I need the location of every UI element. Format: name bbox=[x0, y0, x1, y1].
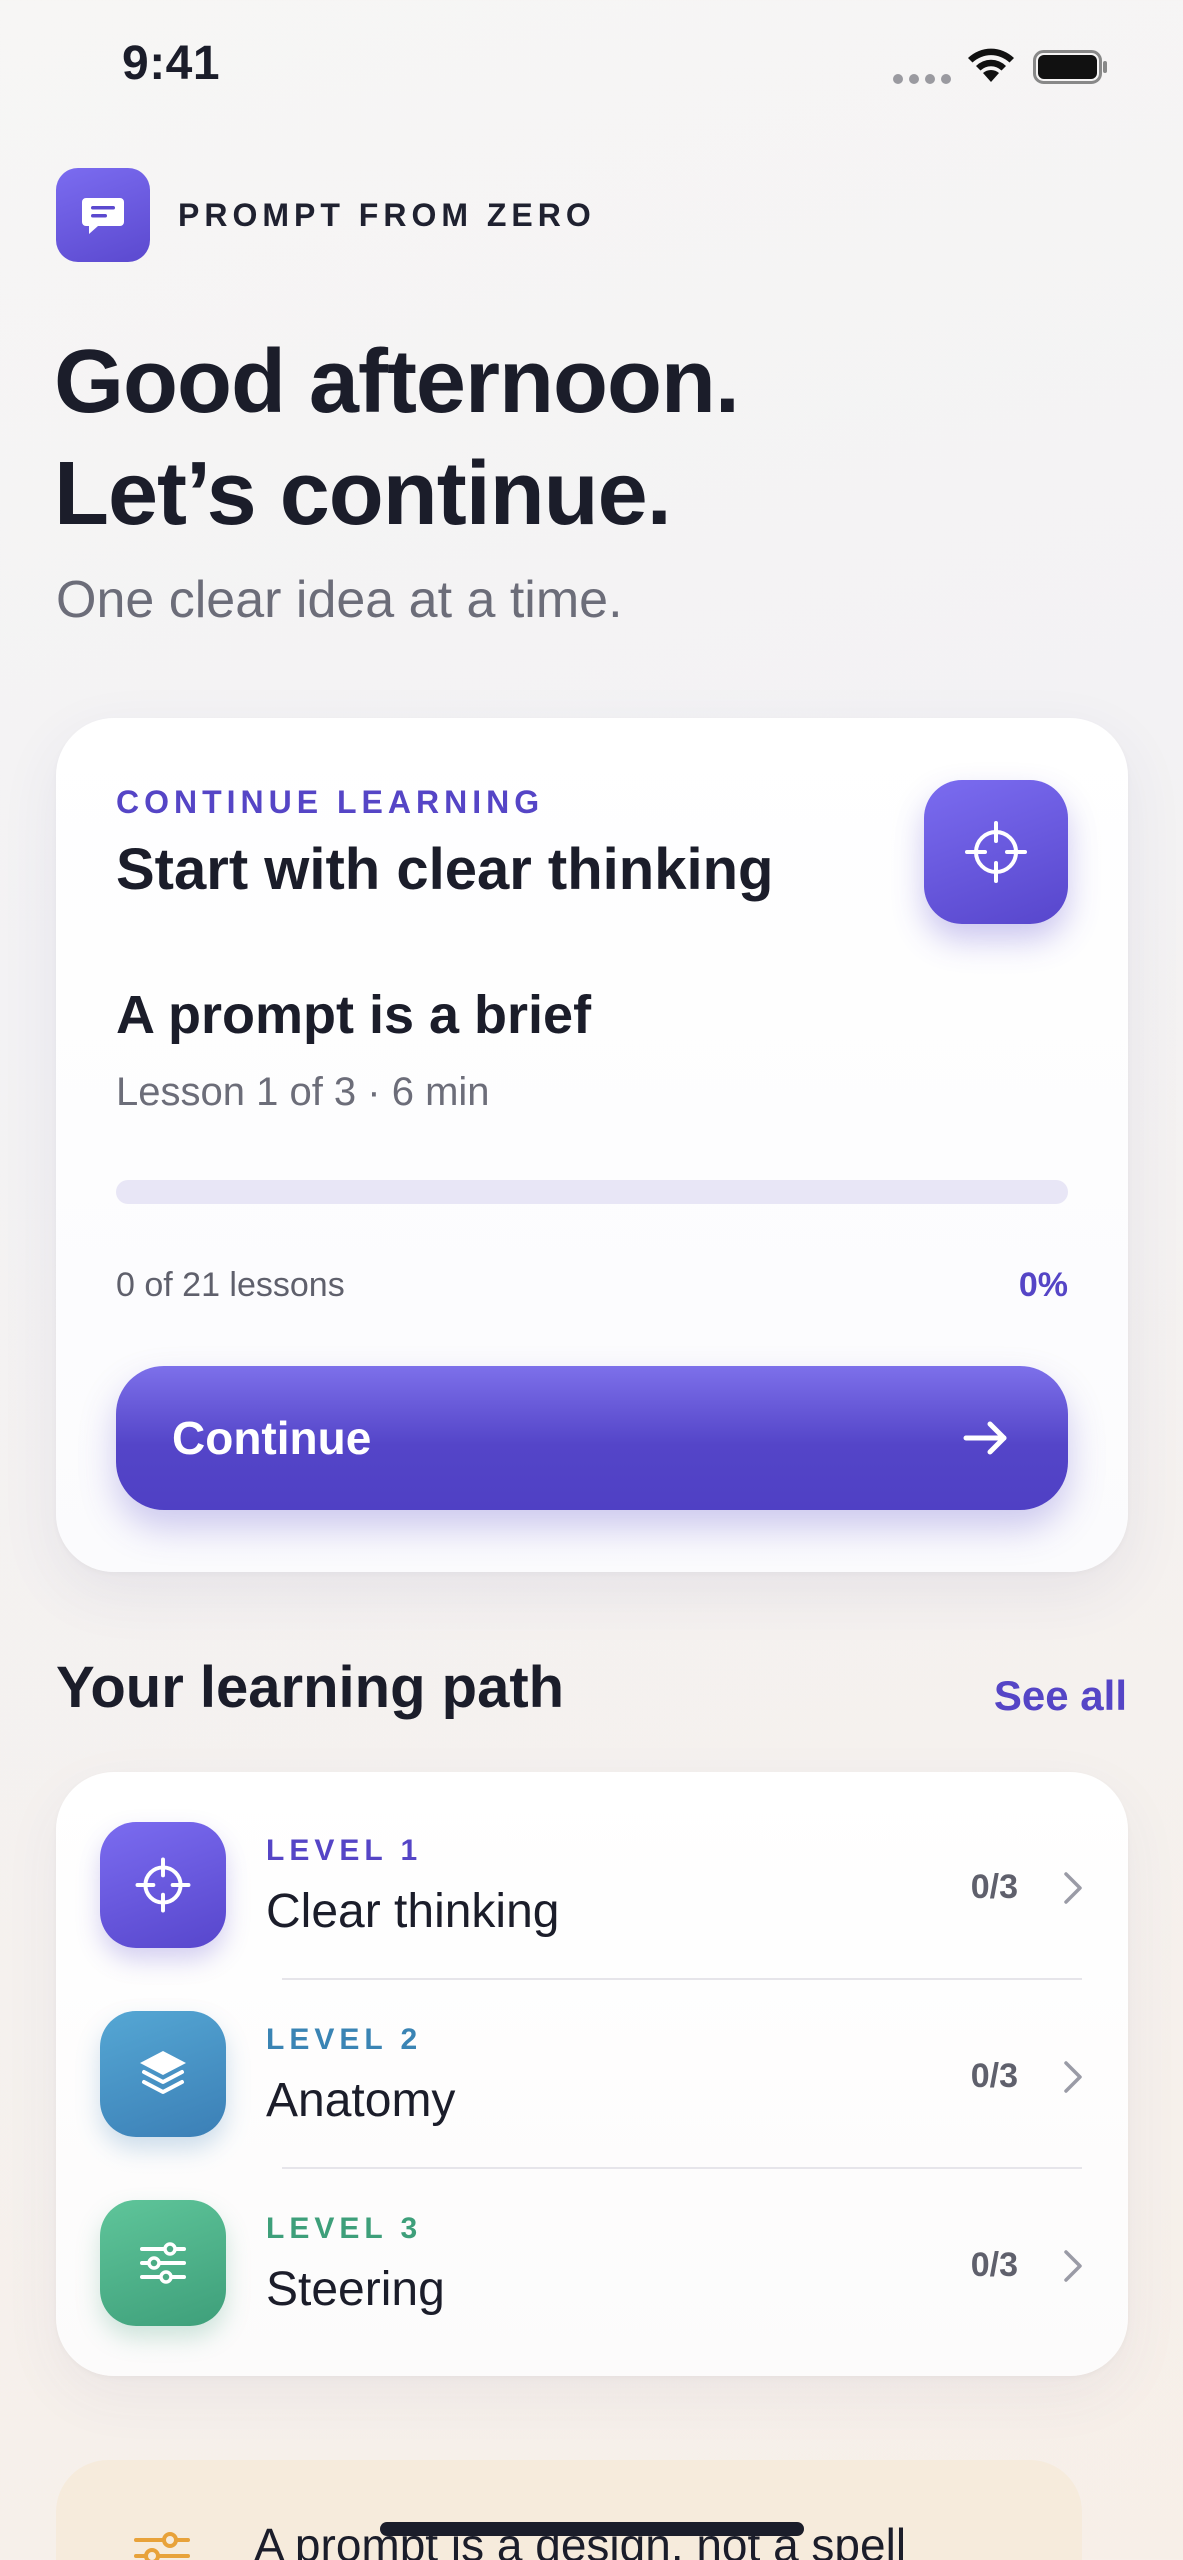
level-row-anatomy[interactable]: LEVEL 2 Anatomy 0/3 bbox=[56, 1961, 1128, 2150]
lesson-title: A prompt is a brief bbox=[116, 985, 592, 1045]
tip-card[interactable]: A prompt is a design, not a spell bbox=[56, 2460, 1082, 2560]
brand-name: PROMPT FROM ZERO bbox=[178, 196, 596, 233]
level-progress: 0/3 bbox=[970, 1868, 1018, 1906]
chevron-right-icon bbox=[1064, 1872, 1082, 1904]
continue-learning-card: CONTINUE LEARNING Start with clear think… bbox=[56, 718, 1128, 1572]
greeting-heading: Good afternoon. Let’s continue. bbox=[54, 326, 740, 550]
level-progress: 0/3 bbox=[970, 2057, 1018, 2095]
chevron-right-icon bbox=[1064, 2061, 1082, 2093]
sliders-icon bbox=[100, 2200, 226, 2326]
level-name: Anatomy bbox=[266, 2074, 456, 2127]
level-row-steering[interactable]: LEVEL 3 Steering 0/3 bbox=[56, 2150, 1128, 2339]
card-kicker: CONTINUE LEARNING bbox=[116, 784, 545, 820]
level-name: Clear thinking bbox=[266, 1885, 560, 1938]
see-all-link[interactable]: See all bbox=[994, 1672, 1127, 1720]
learning-path-title: Your learning path bbox=[56, 1655, 565, 1720]
sliders-icon bbox=[134, 2532, 190, 2560]
progress-percent: 0% bbox=[1018, 1266, 1068, 1304]
status-time: 9:41 bbox=[122, 37, 221, 90]
greeting-line-1: Good afternoon. bbox=[54, 332, 740, 432]
progress-bar bbox=[116, 1180, 1068, 1204]
greeting-line-2: Let’s continue. bbox=[54, 444, 672, 544]
chat-bubble-icon bbox=[56, 168, 150, 262]
crosshair-icon bbox=[100, 1822, 226, 1948]
learning-path-card: LEVEL 1 Clear thinking 0/3 LEVEL 2 Anato… bbox=[56, 1772, 1128, 2376]
progress-count: 0 of 21 lessons bbox=[116, 1266, 345, 1304]
lesson-meta: Lesson 1 of 3 · 6 min bbox=[116, 1070, 490, 1114]
wifi-icon bbox=[968, 48, 1014, 82]
brand-header: PROMPT FROM ZERO bbox=[56, 168, 596, 262]
level-label: LEVEL 2 bbox=[266, 2023, 423, 2056]
level-label: LEVEL 3 bbox=[266, 2212, 423, 2245]
continue-button-label: Continue bbox=[172, 1412, 372, 1464]
status-bar: 9:41 bbox=[0, 0, 1183, 130]
level-row-clear-thinking[interactable]: LEVEL 1 Clear thinking 0/3 bbox=[56, 1772, 1128, 1961]
level-progress: 0/3 bbox=[970, 2246, 1018, 2284]
level-name: Steering bbox=[266, 2263, 445, 2316]
continue-button[interactable]: Continue bbox=[116, 1366, 1068, 1510]
greeting-subtitle: One clear idea at a time. bbox=[56, 571, 623, 629]
signal-icon bbox=[893, 74, 951, 84]
crosshair-icon bbox=[924, 780, 1068, 924]
course-title: Start with clear thinking bbox=[116, 837, 774, 902]
layers-icon bbox=[100, 2011, 226, 2137]
chevron-right-icon bbox=[1064, 2250, 1082, 2282]
home-indicator[interactable] bbox=[380, 2522, 804, 2536]
battery-icon bbox=[1033, 50, 1107, 84]
level-label: LEVEL 1 bbox=[266, 1834, 423, 1867]
arrow-right-icon bbox=[963, 1421, 1007, 1455]
